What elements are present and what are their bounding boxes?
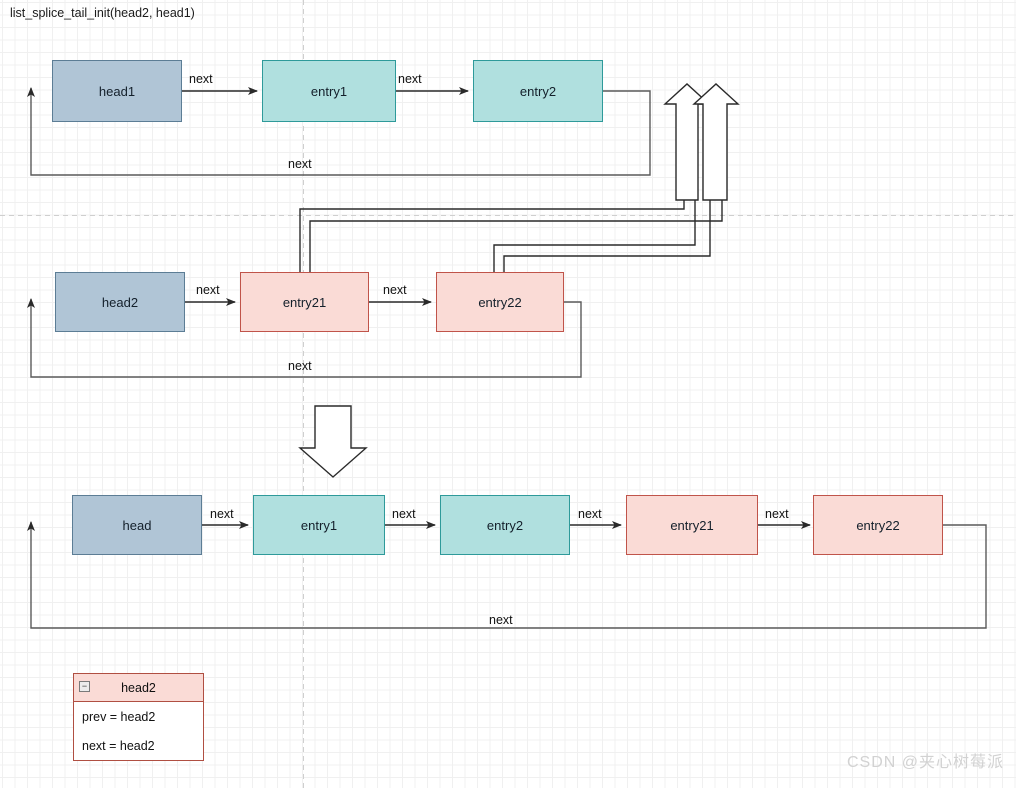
node-entry21-row2[interactable]: entry21 — [240, 272, 369, 332]
node-label: entry21 — [670, 517, 714, 533]
watermark: CSDN @夹心树莓派 — [846, 754, 1004, 771]
node-label: entry1 — [300, 517, 338, 533]
node-head1[interactable]: head1 — [52, 60, 182, 122]
edge-label-row1-loop: next — [288, 157, 312, 171]
node-entry21-row3[interactable]: entry21 — [626, 495, 758, 555]
node-label: entry2 — [486, 517, 524, 533]
node-entry2-row1[interactable]: entry2 — [473, 60, 603, 122]
node-entry2-row3[interactable]: entry2 — [440, 495, 570, 555]
edge-label-head-entry1: next — [210, 507, 234, 521]
node-label: entry22 — [856, 517, 900, 533]
block-arrow-down-icon — [298, 405, 368, 478]
edge-label-row3-loop: next — [489, 613, 513, 627]
uml-class-name: head2 — [121, 680, 156, 695]
edge-label-entry1-entry2-row3: next — [392, 507, 416, 521]
page-title: list_splice_tail_init(head2, head1) — [10, 6, 195, 20]
wire-splice-entry22-up — [493, 108, 696, 275]
node-label: head1 — [98, 83, 136, 99]
uml-field-prev: prev = head2 — [82, 709, 156, 724]
block-arrow-up-icon-left — [663, 83, 711, 201]
node-label: entry21 — [282, 294, 327, 310]
uml-field-next: next = head2 — [82, 738, 155, 753]
edge-label-entry21-entry22-row3: next — [765, 507, 789, 521]
node-label: head2 — [101, 294, 139, 310]
block-arrow-up-icon-right — [692, 83, 740, 201]
node-head2[interactable]: head2 — [55, 272, 185, 332]
node-entry1-row3[interactable]: entry1 — [253, 495, 385, 555]
wire-splice-entry21-up — [299, 108, 685, 275]
node-label: entry2 — [519, 83, 557, 99]
node-entry1-row1[interactable]: entry1 — [262, 60, 396, 122]
edge-label-row2-loop: next — [288, 359, 312, 373]
wire-splice-entry21b-up — [309, 108, 723, 275]
node-head-merged[interactable]: head — [72, 495, 202, 555]
node-label: entry22 — [478, 294, 522, 310]
node-label: entry1 — [310, 83, 348, 99]
edge-label-entry2-entry21: next — [578, 507, 602, 521]
node-label: head — [122, 517, 152, 533]
diagram-canvas: list_splice_tail_init(head2, head1) head… — [0, 0, 1016, 788]
wire-splice-entry22b-up — [503, 108, 711, 275]
collapse-icon[interactable]: − — [79, 681, 90, 692]
edge-label-entry1-entry2: next — [398, 72, 422, 86]
node-entry22-row3[interactable]: entry22 — [813, 495, 943, 555]
edge-label-head1-entry1: next — [189, 72, 213, 86]
uml-class-head2[interactable]: − head2 prev = head2 next = head2 — [73, 673, 204, 761]
edge-label-entry21-entry22: next — [383, 283, 407, 297]
edge-label-head2-entry21: next — [196, 283, 220, 297]
uml-class-header: − head2 — [74, 674, 203, 702]
node-entry22-row2[interactable]: entry22 — [436, 272, 564, 332]
